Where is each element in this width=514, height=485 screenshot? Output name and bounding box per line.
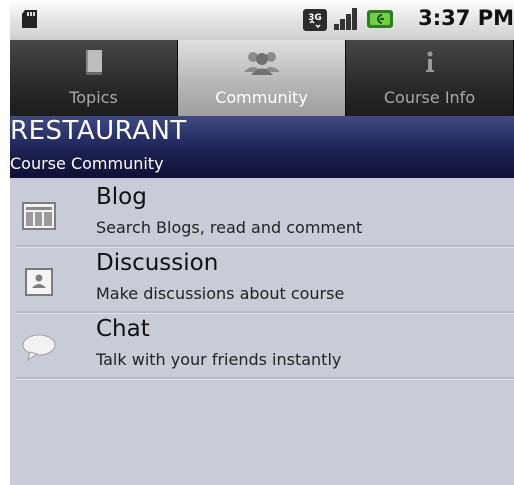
item-subtitle: Talk with your friends instantly xyxy=(96,350,342,369)
sd-card-icon xyxy=(22,10,37,28)
tab-label: Course Info xyxy=(383,88,476,107)
item-subtitle: Search Blogs, read and comment xyxy=(96,218,363,237)
list-item-chat[interactable]: Chat Talk with your friends instantly xyxy=(10,314,514,380)
app-frame: 3G 3:37 PM Topics Community Course Info … xyxy=(10,0,514,485)
blog-icon xyxy=(22,202,56,230)
info-icon xyxy=(425,51,434,72)
tab-label: Topics xyxy=(69,88,118,107)
signal-icon xyxy=(334,8,357,30)
tab-course-info[interactable]: Course Info xyxy=(346,40,514,116)
list-item-blog[interactable]: Blog Search Blogs, read and comment xyxy=(10,182,514,248)
item-title: Discussion xyxy=(96,250,219,276)
list-item-discussion[interactable]: Discussion Make discussions about course xyxy=(10,248,514,314)
battery-icon xyxy=(367,10,393,28)
discussion-icon xyxy=(25,268,53,296)
book-icon xyxy=(85,50,102,75)
chat-icon xyxy=(22,334,56,362)
divider xyxy=(16,377,514,380)
tab-topics[interactable]: Topics xyxy=(10,40,178,116)
tab-bar: Topics Community Course Info xyxy=(10,40,514,116)
tab-label: Community xyxy=(215,88,308,107)
item-title: Blog xyxy=(96,184,147,210)
item-subtitle: Make discussions about course xyxy=(96,284,345,303)
section-header: RESTAURANT Course Community xyxy=(10,116,514,178)
3g-icon: 3G xyxy=(303,9,327,31)
people-icon xyxy=(243,52,280,75)
item-title: Chat xyxy=(96,316,150,342)
page-title: RESTAURANT xyxy=(10,116,187,146)
status-time: 3:37 PM xyxy=(418,6,514,30)
tab-community[interactable]: Community xyxy=(178,40,346,116)
status-bar: 3G 3:37 PM xyxy=(10,0,514,40)
page-subtitle: Course Community xyxy=(10,154,164,173)
svg-text:3G: 3G xyxy=(308,13,322,23)
